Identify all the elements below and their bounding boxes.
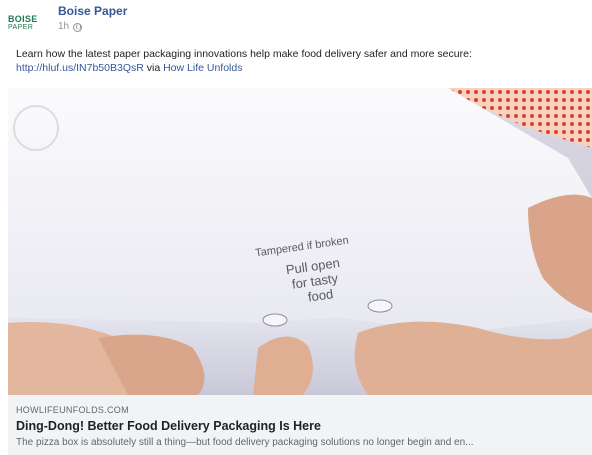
post-text-body: Learn how the latest paper packaging inn…: [16, 48, 472, 60]
via-source-link[interactable]: How Life Unfolds: [163, 62, 242, 74]
logo-text: BOISE: [8, 13, 38, 24]
post-text: Learn how the latest paper packaging inn…: [16, 47, 584, 75]
post-timestamp[interactable]: 1h: [58, 20, 69, 34]
via-text: via: [143, 62, 164, 74]
page-avatar[interactable]: BOISE PAPER: [8, 8, 44, 38]
time-row: 1h: [58, 20, 127, 34]
post-meta: Boise Paper 1h: [58, 4, 127, 34]
globe-icon: [73, 22, 83, 32]
link-preview-card[interactable]: HOWLIFEUNFOLDS.COM Ding-Dong! Better Foo…: [8, 395, 592, 455]
link-image[interactable]: Tampered if broken Pull open for tasty f…: [8, 88, 592, 395]
link-domain: HOWLIFEUNFOLDS.COM: [16, 405, 129, 415]
food-box-photo: Tampered if broken Pull open for tasty f…: [8, 88, 592, 395]
logo-subtext: PAPER: [8, 23, 34, 31]
link-title[interactable]: Ding-Dong! Better Food Delivery Packagin…: [16, 418, 582, 435]
link-description: The pizza box is absolutely still a thin…: [16, 437, 474, 448]
post-header: BOISE PAPER Boise Paper 1h: [8, 4, 127, 38]
page-name-link[interactable]: Boise Paper: [58, 4, 127, 19]
post-link-url[interactable]: http://hluf.us/IN7b50B3QsR: [16, 62, 144, 74]
